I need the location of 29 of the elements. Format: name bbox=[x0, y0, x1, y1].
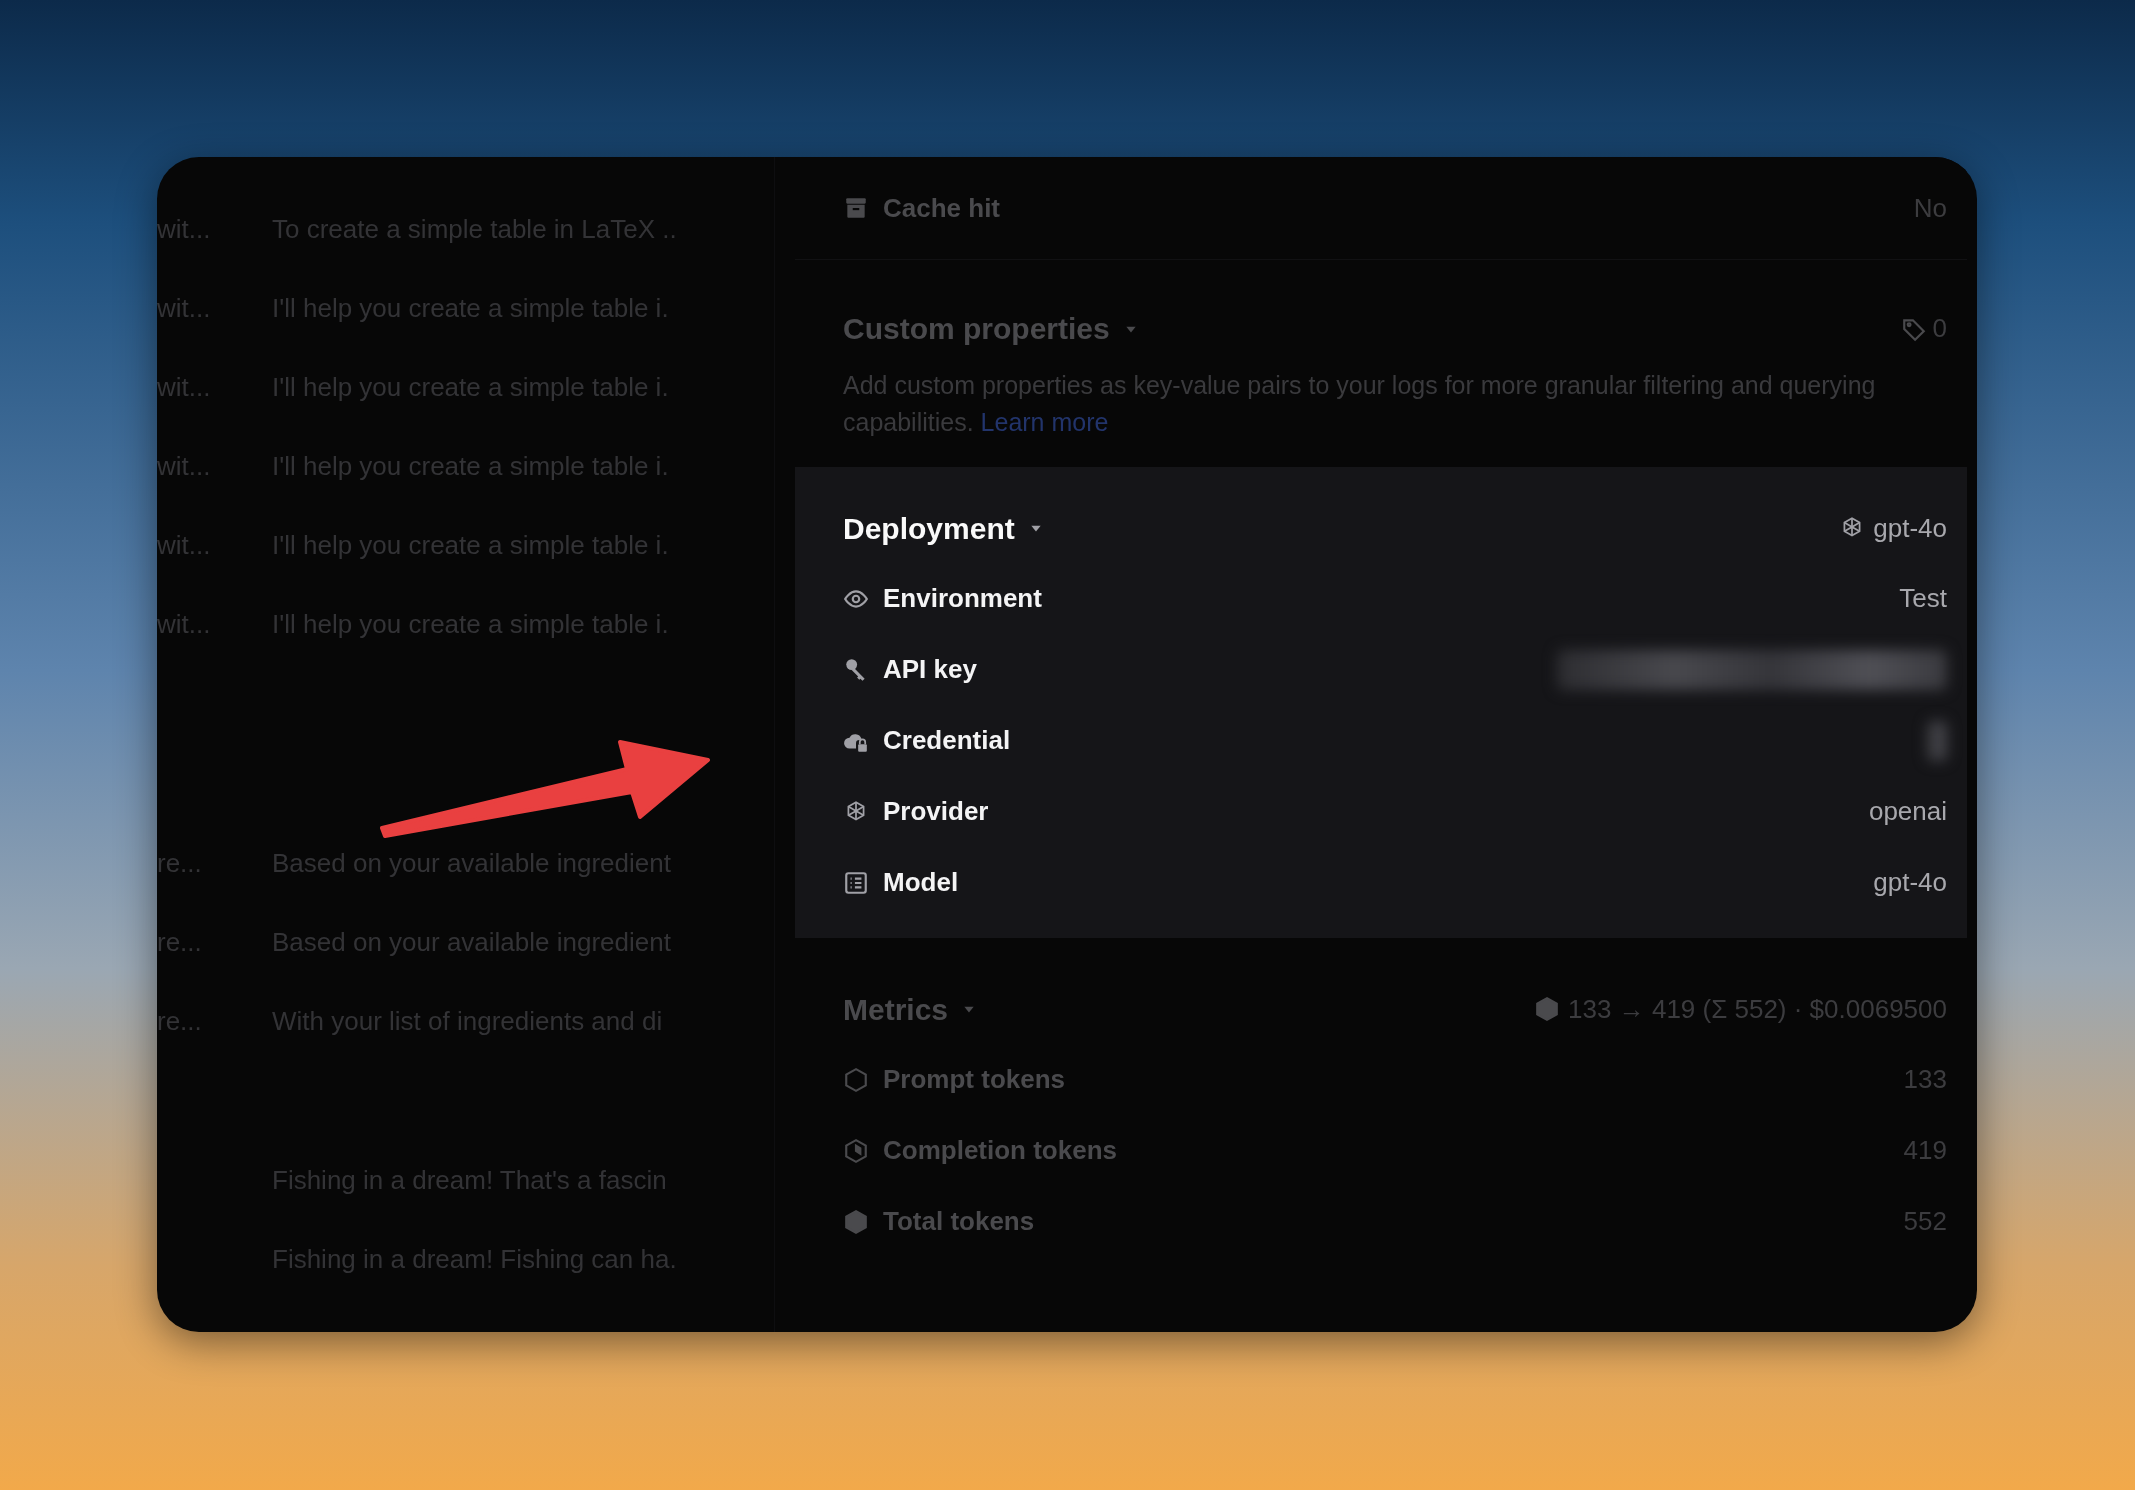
row-value: 419 bbox=[1903, 1134, 1947, 1167]
row-value: gpt-4o bbox=[1873, 866, 1947, 899]
tag-count: 0 bbox=[1932, 312, 1947, 345]
metrics-summary: 133 → 419 (Σ 552) · $0.0069500 bbox=[1568, 992, 1947, 1026]
row-label: API key bbox=[883, 653, 977, 686]
row-label: Completion tokens bbox=[883, 1134, 1117, 1167]
section-title: Custom properties bbox=[843, 311, 1110, 347]
list-icon bbox=[843, 869, 869, 896]
row-value: Test bbox=[1899, 582, 1947, 615]
model-summary: gpt-4o bbox=[1873, 511, 1947, 545]
row-label: Model bbox=[883, 866, 959, 899]
hexagon-icon bbox=[1534, 996, 1561, 1022]
hexagon-icon bbox=[843, 1208, 869, 1235]
row-value: 552 bbox=[1903, 1205, 1947, 1238]
row-value: 133 bbox=[1903, 1063, 1947, 1096]
row-value: openai bbox=[1868, 795, 1947, 828]
hexagon-icon bbox=[843, 1066, 869, 1093]
row-value: No bbox=[1913, 191, 1947, 225]
row-label: Total tokens bbox=[883, 1205, 1035, 1238]
section-title: Metrics bbox=[843, 991, 949, 1028]
row-label: Environment bbox=[883, 582, 1042, 615]
hexagon-icon bbox=[843, 1137, 869, 1164]
learn-more-link[interactable]: Learn more bbox=[980, 408, 1109, 436]
row-label: Credential bbox=[883, 724, 1011, 757]
row-label: Provider bbox=[883, 795, 989, 828]
archive-icon bbox=[843, 195, 869, 221]
section-title: Deployment bbox=[843, 510, 1015, 547]
row-label: Cache hit bbox=[883, 191, 1001, 225]
row-label: Prompt tokens bbox=[883, 1063, 1066, 1096]
